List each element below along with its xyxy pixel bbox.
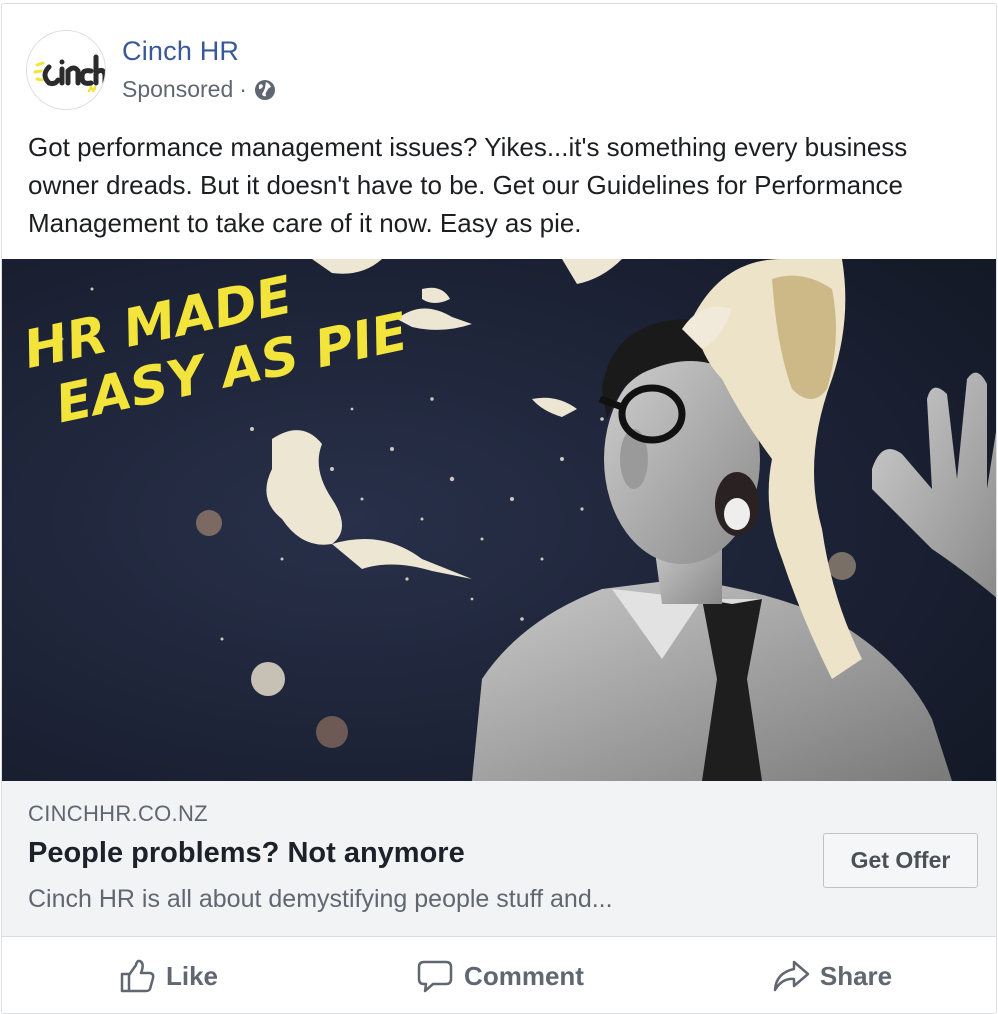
get-offer-button[interactable]: Get Offer <box>823 833 978 888</box>
meta-separator: · <box>239 76 247 102</box>
like-button[interactable]: Like <box>2 937 334 1013</box>
link-headline[interactable]: People problems? Not anymore <box>28 837 465 870</box>
post-body-text: Got performance management issues? Yikes… <box>28 132 908 238</box>
sponsored-post-card: Cinch HR Sponsored · Got performance man… <box>1 3 997 1014</box>
like-label: Like <box>165 960 219 991</box>
comment-button[interactable]: Comment <box>334 937 666 1013</box>
link-description: Cinch HR is all about demystifying peopl… <box>28 885 613 913</box>
share-label: Share <box>819 960 893 991</box>
thumbs-up-icon <box>120 959 155 993</box>
share-button[interactable]: Share <box>666 937 996 1013</box>
post-actions-bar: Like Comment Share <box>2 937 996 1013</box>
link-domain: CINCHHR.CO.NZ <box>28 801 208 826</box>
comment-label: Comment <box>464 960 584 991</box>
post-image[interactable]: HR MADE EASY AS PIE <box>2 259 996 781</box>
page-avatar[interactable] <box>26 30 106 110</box>
share-icon <box>773 960 810 992</box>
post-header: Cinch HR Sponsored · <box>2 4 996 116</box>
sponsored-label[interactable]: Sponsored <box>122 76 233 103</box>
comment-icon <box>417 960 453 993</box>
page-name-link[interactable]: Cinch HR <box>122 36 239 67</box>
globe-icon[interactable] <box>253 78 277 102</box>
link-preview[interactable]: CINCHHR.CO.NZ People problems? Not anymo… <box>2 781 996 937</box>
cinch-logo-icon <box>27 31 105 109</box>
post-meta: Sponsored · <box>122 76 277 103</box>
